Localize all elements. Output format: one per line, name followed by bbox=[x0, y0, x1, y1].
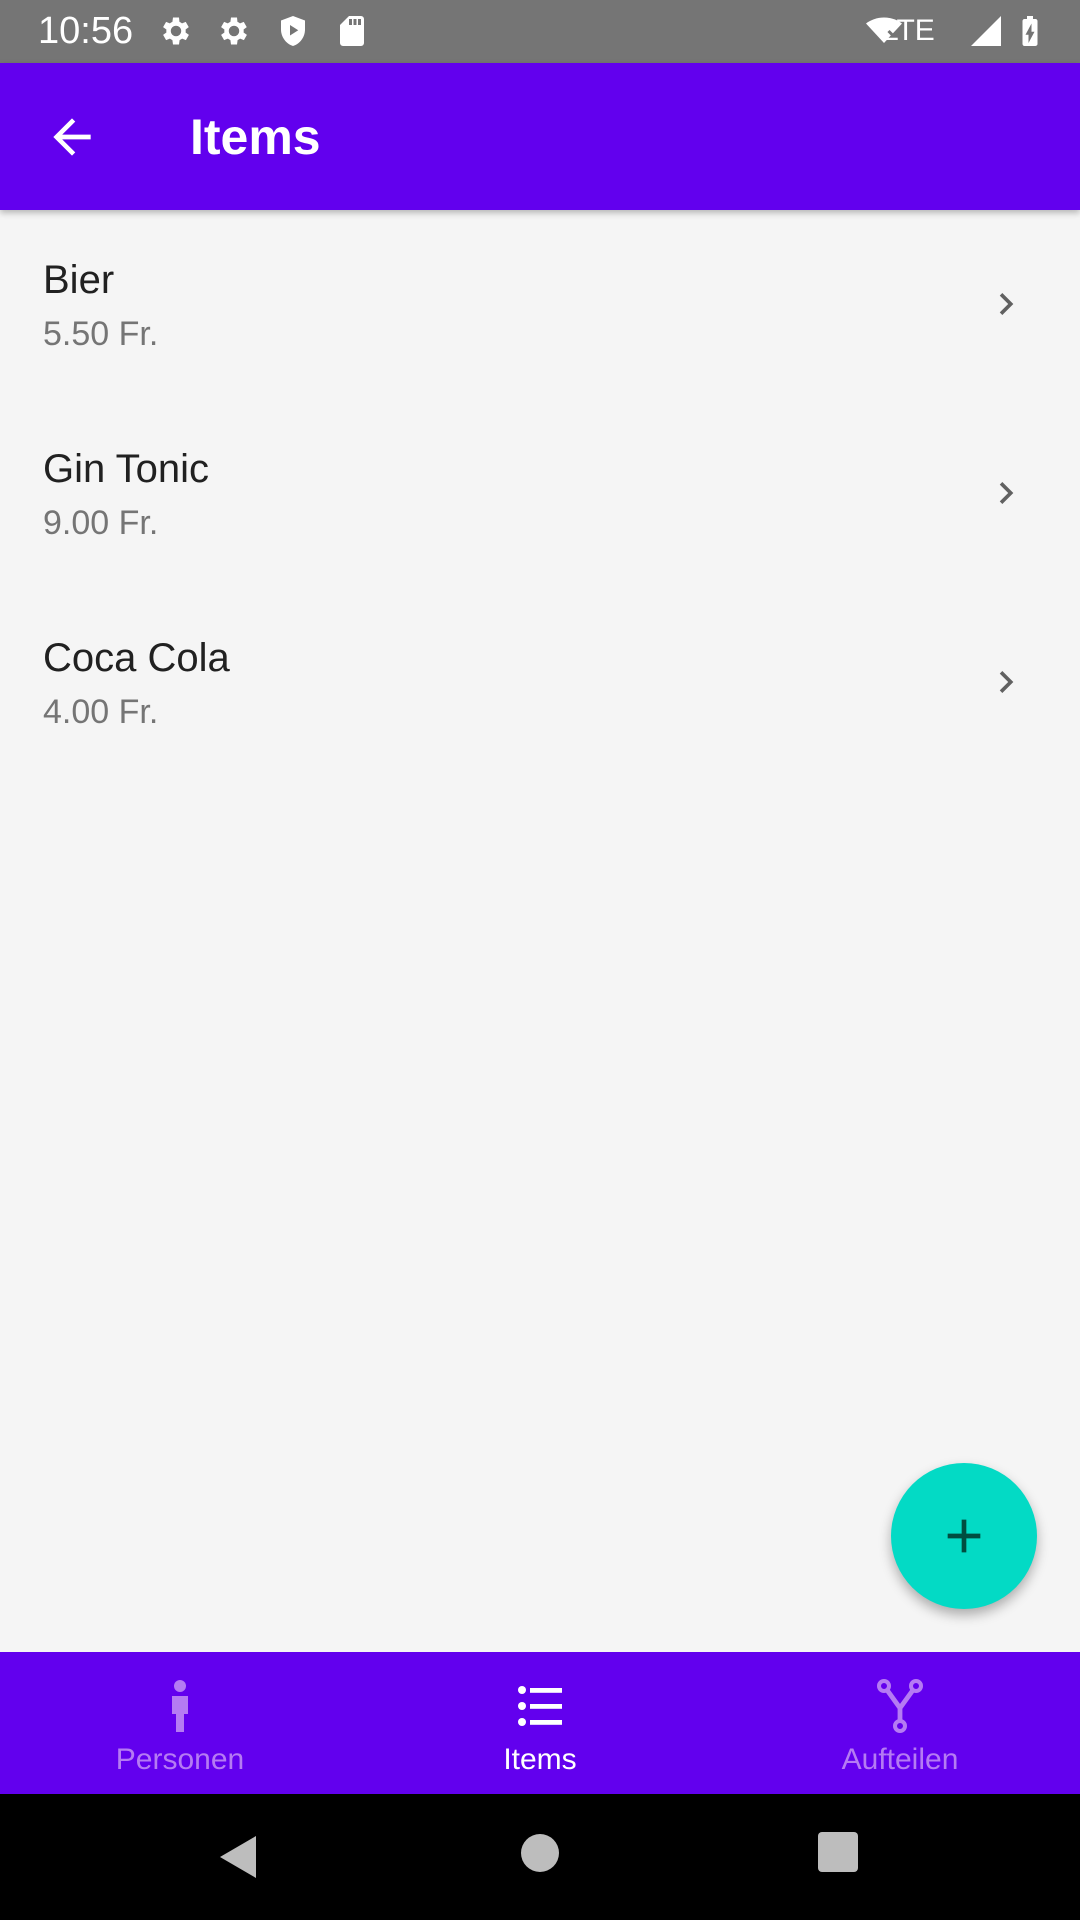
status-bar: 10:56 LTE bbox=[0, 0, 1080, 63]
list-item[interactable]: Bier 5.50 Fr. bbox=[0, 210, 1080, 399]
settings-icon bbox=[221, 17, 247, 45]
status-time: 10:56 bbox=[38, 10, 134, 52]
item-name: Bier bbox=[43, 258, 115, 302]
battery-charging-icon bbox=[1022, 16, 1038, 46]
nav-label: Aufteilen bbox=[841, 1743, 959, 1776]
nav-item-personen[interactable]: Personen bbox=[0, 1652, 360, 1794]
settings-icon bbox=[163, 17, 189, 45]
chevron-right-icon bbox=[999, 293, 1014, 315]
back-triangle-icon[interactable] bbox=[216, 1832, 260, 1882]
plus-icon bbox=[947, 1519, 981, 1553]
nav-item-items[interactable]: Items bbox=[360, 1652, 720, 1794]
nav-item-aufteilen[interactable]: Aufteilen bbox=[720, 1652, 1080, 1794]
shield-play-icon bbox=[281, 16, 305, 46]
app-bar: Items bbox=[0, 63, 1080, 210]
bottom-navigation: Personen Items Aufteilen bbox=[0, 1652, 1080, 1794]
person-icon bbox=[172, 1680, 188, 1732]
item-name: Coca Cola bbox=[43, 636, 230, 680]
arrow-back-icon bbox=[53, 118, 91, 156]
item-price: 9.00 Fr. bbox=[43, 504, 159, 542]
chevron-right-icon bbox=[999, 482, 1014, 504]
signal-icon bbox=[971, 16, 1001, 46]
list-item[interactable]: Coca Cola 4.00 Fr. bbox=[0, 588, 1080, 777]
add-item-button[interactable] bbox=[891, 1463, 1037, 1609]
page-title: Items bbox=[190, 109, 321, 165]
back-button[interactable] bbox=[28, 97, 118, 177]
home-circle-icon[interactable] bbox=[520, 1833, 560, 1873]
call-split-icon bbox=[877, 1679, 923, 1733]
list-item[interactable]: Gin Tonic 9.00 Fr. bbox=[0, 399, 1080, 588]
system-navigation-bar bbox=[0, 1794, 1080, 1920]
recents-square-icon[interactable] bbox=[818, 1832, 858, 1872]
chevron-right-icon bbox=[999, 671, 1014, 693]
item-price: 5.50 Fr. bbox=[43, 315, 159, 353]
item-name: Gin Tonic bbox=[43, 447, 210, 491]
list-icon bbox=[518, 1686, 562, 1726]
nav-label: Personen bbox=[115, 1743, 245, 1776]
network-type: LTE bbox=[882, 14, 935, 47]
item-list: Bier 5.50 Fr. Gin Tonic 9.00 Fr. Coca Co… bbox=[0, 210, 1080, 777]
sd-card-icon bbox=[340, 16, 364, 46]
item-price: 4.00 Fr. bbox=[43, 693, 159, 731]
nav-label: Items bbox=[503, 1743, 577, 1776]
